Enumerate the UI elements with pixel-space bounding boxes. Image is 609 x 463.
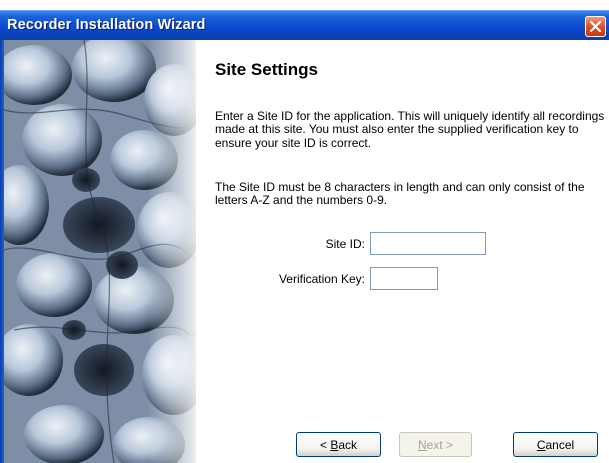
cancel-button-label: ancel: [545, 437, 575, 452]
background-window-strip: [0, 0, 609, 10]
page-title: Site Settings: [215, 60, 318, 79]
background-window-text-fragment: [40, 0, 600, 2]
wizard-side-image: [4, 40, 196, 463]
close-button[interactable]: [585, 16, 606, 37]
instructions-paragraph: Enter a Site ID for the application. Thi…: [215, 109, 605, 150]
site-id-rules-paragraph: The Site ID must be 8 characters in leng…: [215, 180, 585, 208]
back-button[interactable]: < Back: [296, 432, 381, 457]
back-button-prefix: <: [319, 437, 331, 452]
verification-key-label: Verification Key:: [278, 272, 365, 286]
title-bar[interactable]: Recorder Installation Wizard: [0, 10, 609, 40]
wizard-window: Recorder Installation Wizard Site Settin…: [0, 10, 609, 463]
site-id-label: Site ID:: [325, 237, 365, 251]
next-button-mnemonic: N: [417, 437, 427, 452]
back-button-mnemonic: B: [330, 437, 339, 452]
cancel-button[interactable]: Cancel: [513, 432, 598, 457]
verification-key-input[interactable]: [370, 267, 438, 290]
next-button-label: ext >: [426, 437, 454, 452]
site-id-input[interactable]: [370, 232, 486, 255]
close-icon: [590, 21, 601, 32]
next-button[interactable]: Next >: [399, 432, 472, 457]
wizard-content: Site Settings Enter a Site ID for the ap…: [196, 40, 609, 463]
window-title: Recorder Installation Wizard: [7, 17, 206, 33]
cancel-button-mnemonic: C: [536, 437, 546, 452]
back-button-label: ack: [338, 437, 358, 452]
